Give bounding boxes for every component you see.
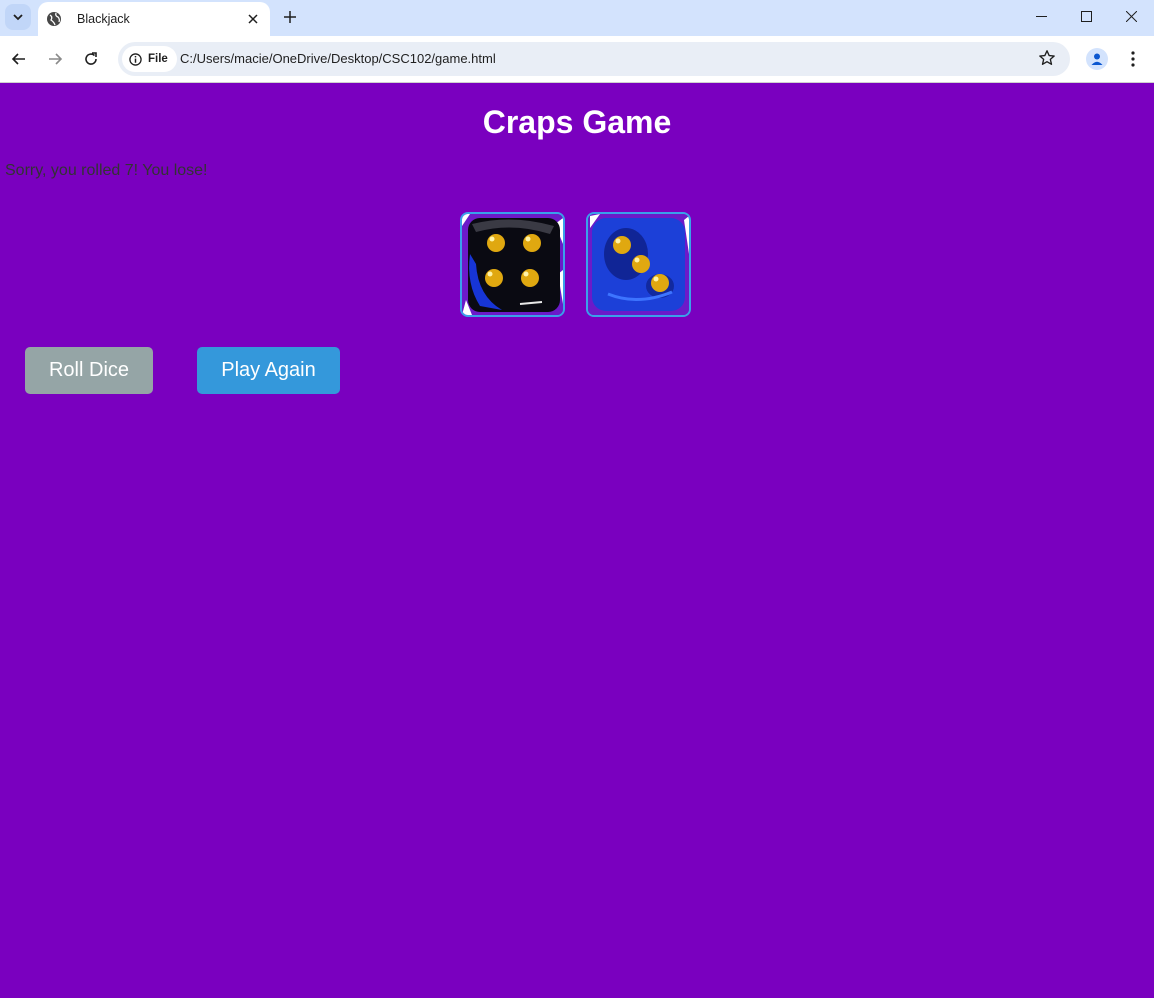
site-info-chip[interactable]: File: [122, 46, 177, 72]
browser-menu-button[interactable]: [1125, 49, 1141, 69]
die-1-image: [462, 214, 563, 315]
forward-button[interactable]: [43, 47, 67, 71]
profile-button[interactable]: [1086, 48, 1108, 70]
bookmark-star-button[interactable]: [1038, 49, 1058, 69]
star-icon: [1039, 50, 1055, 65]
globe-icon: [46, 11, 62, 27]
result-message: Sorry, you rolled 7! You lose!: [5, 162, 208, 179]
back-icon: [11, 53, 25, 65]
forward-icon: [49, 53, 63, 65]
page-title: Craps Game: [482, 104, 672, 140]
tab-search-button[interactable]: [5, 4, 31, 30]
profile-icon: [1091, 53, 1103, 65]
more-icon: [1131, 51, 1135, 67]
maximize-icon: [1080, 10, 1092, 22]
play-again-button[interactable]: Play Again: [197, 347, 340, 394]
tab-title: Blackjack: [77, 12, 130, 26]
reload-button[interactable]: [79, 47, 103, 71]
back-button[interactable]: [7, 47, 31, 71]
close-icon: [248, 14, 258, 24]
minimize-button[interactable]: [1018, 0, 1064, 32]
roll-dice-button[interactable]: Roll Dice: [25, 347, 153, 394]
window-close-icon: [1125, 10, 1137, 22]
maximize-button[interactable]: [1063, 0, 1109, 32]
plus-icon: [284, 11, 296, 23]
browser-toolbar: File C:/Users/macie/OneDrive/Desktop/CSC…: [0, 36, 1154, 83]
info-icon: [129, 52, 142, 66]
die-2-image: [588, 214, 689, 315]
tab-search-icon: [13, 14, 23, 21]
window-close-button[interactable]: [1108, 0, 1154, 32]
die-2: [586, 212, 691, 317]
tab-strip: Blackjack: [0, 0, 1154, 36]
minimize-icon: [1035, 15, 1047, 17]
site-info-label: File: [148, 53, 168, 65]
reload-icon: [85, 52, 97, 65]
browser-tab[interactable]: Blackjack: [38, 2, 270, 36]
address-bar[interactable]: File C:/Users/macie/OneDrive/Desktop/CSC…: [118, 42, 1070, 76]
new-tab-button[interactable]: [279, 6, 301, 28]
url-text[interactable]: C:/Users/macie/OneDrive/Desktop/CSC102/g…: [180, 51, 496, 66]
page-content: Craps Game Sorry, you rolled 7! You lose…: [0, 84, 1154, 998]
die-1: [460, 212, 565, 317]
tab-close-button[interactable]: [244, 10, 262, 28]
